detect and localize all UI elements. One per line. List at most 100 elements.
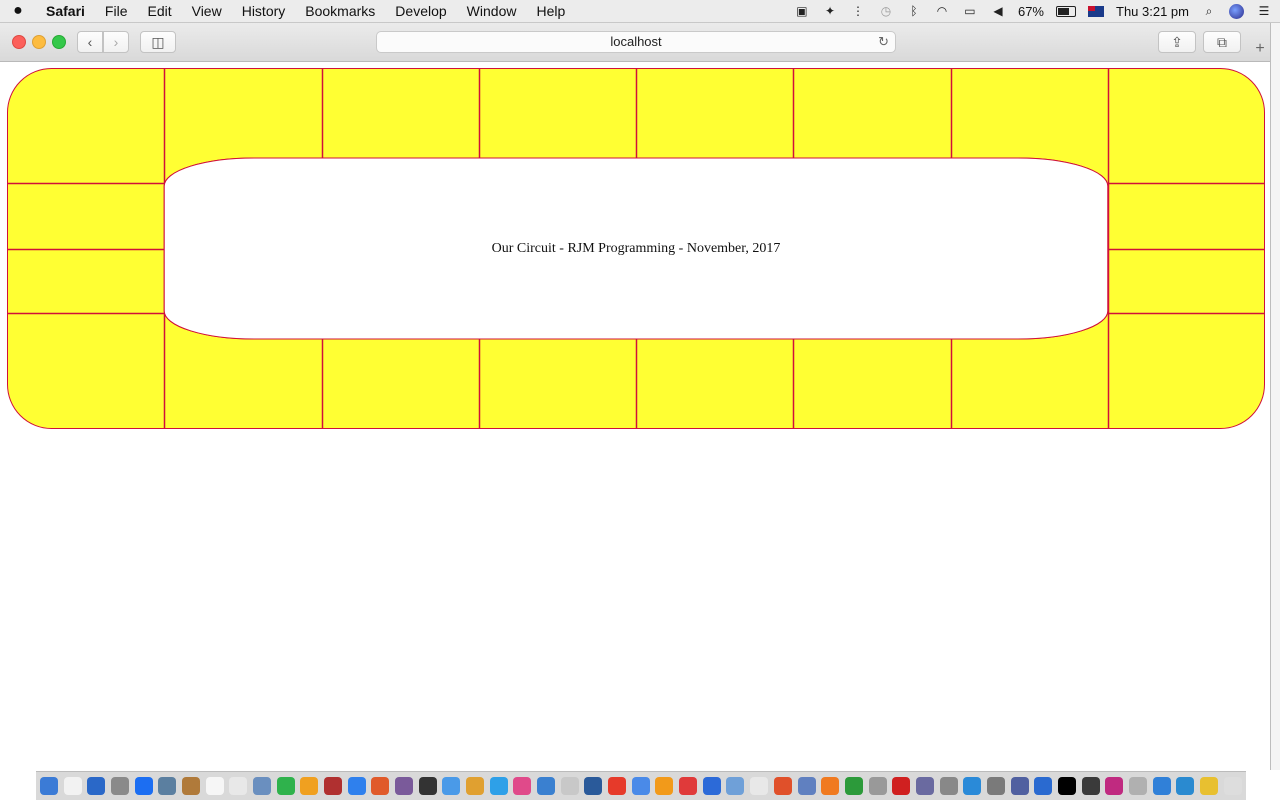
dock-app-icon[interactable]	[702, 777, 721, 795]
dock-app-icon[interactable]	[134, 777, 153, 795]
dock-app-icon[interactable]	[750, 777, 769, 795]
sidebar-icon: ◫	[151, 33, 165, 50]
wifi-icon[interactable]: ◠	[934, 4, 950, 18]
dock-app-icon[interactable]	[418, 777, 437, 795]
dock-app-icon[interactable]	[466, 777, 485, 795]
dock-app-icon[interactable]	[821, 777, 840, 795]
input-source-flag-icon[interactable]	[1088, 5, 1104, 17]
apple-menu-icon[interactable]: ●	[0, 2, 36, 20]
dock-app-icon[interactable]	[63, 777, 82, 795]
spotlight-search-icon[interactable]: ⌕	[1201, 4, 1217, 18]
dock-app-icon[interactable]	[1223, 777, 1242, 795]
plus-icon: +	[1255, 40, 1265, 57]
dock-app-icon[interactable]	[1128, 777, 1147, 795]
page-viewport[interactable]: Our Circuit - RJM Programming - November…	[0, 62, 1270, 770]
sidebar-toggle-button[interactable]: ◫	[140, 31, 176, 53]
address-bar[interactable]: localhost ↻	[376, 31, 896, 53]
dock-app-icon[interactable]	[1081, 777, 1100, 795]
dock-app-icon[interactable]	[773, 777, 792, 795]
menu-develop[interactable]: Develop	[385, 0, 456, 22]
dock-app-icon[interactable]	[253, 777, 272, 795]
minimize-window-button[interactable]	[32, 35, 46, 49]
dock-app-icon[interactable]	[276, 777, 295, 795]
menu-bar: ● Safari File Edit View History Bookmark…	[0, 0, 1280, 23]
dock-app-icon[interactable]	[608, 777, 627, 795]
dock	[36, 771, 1246, 800]
dock-app-icon[interactable]	[537, 777, 556, 795]
dock-app-icon[interactable]	[844, 777, 863, 795]
dock-app-icon[interactable]	[111, 777, 130, 795]
dock-app-icon[interactable]	[963, 777, 982, 795]
dock-app-icon[interactable]	[797, 777, 816, 795]
bluetooth-icon[interactable]: ᛒ	[906, 4, 922, 18]
airplay-icon[interactable]: ▭	[962, 4, 978, 18]
dock-app-icon[interactable]	[1152, 777, 1171, 795]
dock-app-icon[interactable]	[868, 777, 887, 795]
menu-app-name[interactable]: Safari	[36, 0, 95, 22]
volume-icon[interactable]: ◀	[990, 4, 1006, 18]
chevron-right-icon: ›	[113, 34, 119, 50]
dock-app-icon[interactable]	[40, 777, 58, 795]
reload-icon[interactable]: ↻	[878, 32, 889, 52]
background-window-edge	[1270, 23, 1280, 770]
dock-app-icon[interactable]	[371, 777, 390, 795]
menu-view[interactable]: View	[182, 0, 232, 22]
menu-edit[interactable]: Edit	[137, 0, 181, 22]
status-area: ▣ ✦ ⋮ ◷ ᛒ ◠ ▭ ◀ 67% Thu 3:21 pm ⌕ ☰	[794, 0, 1272, 22]
dock-app-icon[interactable]	[1057, 777, 1076, 795]
dock-app-icon[interactable]	[347, 777, 366, 795]
dock-app-icon[interactable]	[584, 777, 603, 795]
dock-app-icon[interactable]	[560, 777, 579, 795]
dock-app-icon[interactable]	[892, 777, 911, 795]
dock-app-icon[interactable]	[939, 777, 958, 795]
dock-app-icon[interactable]	[489, 777, 508, 795]
dock-app-icon[interactable]	[158, 777, 177, 795]
menu-bookmarks[interactable]: Bookmarks	[295, 0, 385, 22]
status-app-icon[interactable]: ▣	[794, 4, 810, 18]
menu-file[interactable]: File	[95, 0, 138, 22]
dock-app-icon[interactable]	[986, 777, 1005, 795]
close-window-button[interactable]	[12, 35, 26, 49]
menu-history[interactable]: History	[232, 0, 296, 22]
dock-app-icon[interactable]	[679, 777, 698, 795]
dock-app-icon[interactable]	[726, 777, 745, 795]
dock-app-icon[interactable]	[229, 777, 248, 795]
notification-center-icon[interactable]: ☰	[1256, 4, 1272, 18]
dock-app-icon[interactable]	[1176, 777, 1195, 795]
forward-button[interactable]: ›	[103, 31, 129, 53]
menu-help[interactable]: Help	[526, 0, 575, 22]
maximize-window-button[interactable]	[52, 35, 66, 49]
battery-icon[interactable]	[1056, 5, 1076, 17]
menu-window[interactable]: Window	[457, 0, 527, 22]
battery-percent[interactable]: 67%	[1018, 4, 1044, 19]
tab-overview-button[interactable]: ⧉	[1203, 31, 1241, 53]
dock-app-icon[interactable]	[1199, 777, 1218, 795]
dock-app-icon[interactable]	[915, 777, 934, 795]
browser-toolbar: ‹ › ◫ localhost ↻ ⇪ ⧉	[0, 23, 1270, 62]
tabs-icon: ⧉	[1217, 33, 1227, 50]
dock-app-icon[interactable]	[182, 777, 201, 795]
back-button[interactable]: ‹	[77, 31, 103, 53]
menu-clock[interactable]: Thu 3:21 pm	[1116, 4, 1189, 19]
share-button[interactable]: ⇪	[1158, 31, 1196, 53]
circuit-caption: Our Circuit - RJM Programming - November…	[491, 240, 781, 256]
time-machine-icon[interactable]: ◷	[878, 4, 894, 18]
dock-app-icon[interactable]	[87, 777, 106, 795]
dock-app-icon[interactable]	[324, 777, 343, 795]
siri-icon[interactable]	[1229, 3, 1244, 19]
circuit-board: Our Circuit - RJM Programming - November…	[7, 68, 1265, 429]
new-tab-button[interactable]: +	[1250, 38, 1270, 60]
dock-app-icon[interactable]	[1034, 777, 1053, 795]
dock-app-icon[interactable]	[1010, 777, 1029, 795]
status-grid-icon[interactable]: ⋮	[850, 4, 866, 18]
dock-app-icon[interactable]	[1105, 777, 1124, 795]
dock-app-icon[interactable]	[513, 777, 532, 795]
dock-app-icon[interactable]	[395, 777, 414, 795]
dock-app-icon[interactable]	[300, 777, 319, 795]
address-text: localhost	[610, 34, 662, 49]
dock-app-icon[interactable]	[442, 777, 461, 795]
dock-app-icon[interactable]	[655, 777, 674, 795]
status-tool-icon[interactable]: ✦	[822, 4, 838, 18]
dock-app-icon[interactable]	[631, 777, 650, 795]
dock-app-icon[interactable]	[205, 777, 224, 795]
